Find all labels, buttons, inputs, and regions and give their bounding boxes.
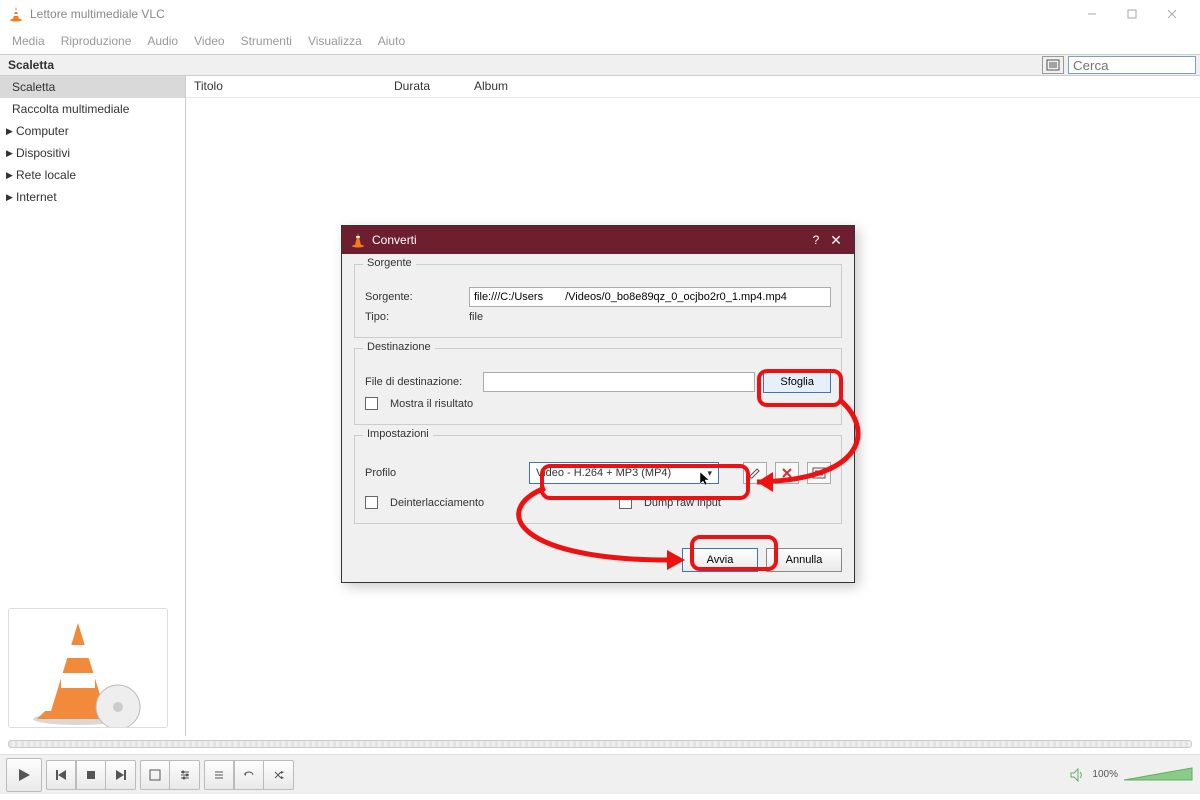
dialog-titlebar[interactable]: Converti ? ✕: [342, 226, 854, 254]
playlist-button[interactable]: [204, 760, 234, 790]
type-label: Tipo:: [365, 311, 461, 323]
cursor-icon: [700, 472, 712, 486]
expand-icon: ▶: [6, 170, 14, 181]
dump-raw-checkbox[interactable]: [619, 496, 632, 509]
sidebar: Scaletta Raccolta multimediale ▶Computer…: [0, 76, 186, 736]
destination-legend: Destinazione: [363, 341, 435, 353]
title-bar: Lettore multimediale VLC: [0, 0, 1200, 28]
sidebar-item-label: Rete locale: [16, 168, 76, 182]
source-input[interactable]: [469, 287, 831, 307]
column-duration[interactable]: Durata: [386, 76, 466, 97]
sidebar-item-scaletta[interactable]: Scaletta: [0, 76, 185, 98]
dialog-close-button[interactable]: ✕: [826, 232, 846, 249]
dialog-title: Converti: [372, 233, 806, 247]
playlist-header-title: Scaletta: [0, 56, 186, 74]
vlc-cone-icon: [8, 6, 24, 22]
source-group: Sorgente Sorgente: Tipo: file: [354, 264, 842, 338]
browse-button[interactable]: Sfoglia: [763, 371, 831, 393]
new-profile-button[interactable]: [807, 462, 831, 484]
source-label: Sorgente:: [365, 291, 461, 303]
show-result-label: Mostra il risultato: [390, 398, 473, 410]
volume-slider[interactable]: [1124, 766, 1194, 784]
menu-bar: Media Riproduzione Audio Video Strumenti…: [0, 28, 1200, 54]
seek-area: [0, 736, 1200, 754]
volume-percent: 100%: [1092, 769, 1118, 780]
expand-icon: ▶: [6, 148, 14, 159]
convert-dialog: Converti ? ✕ Sorgente Sorgente: Tipo: fi…: [341, 225, 855, 583]
expand-icon: ▶: [6, 126, 14, 137]
menu-visualizza[interactable]: Visualizza: [300, 30, 370, 52]
deinterlace-checkbox[interactable]: [365, 496, 378, 509]
destination-group: Destinazione File di destinazione: Sfogl…: [354, 348, 842, 425]
sidebar-item-label: Dispositivi: [16, 146, 70, 160]
cancel-button[interactable]: Annulla: [766, 548, 842, 572]
dump-raw-label: Dump raw input: [644, 497, 721, 509]
destination-input[interactable]: [483, 372, 755, 392]
minimize-button[interactable]: [1072, 0, 1112, 28]
sidebar-item-raccolta[interactable]: Raccolta multimediale: [0, 98, 185, 120]
sidebar-item-internet[interactable]: ▶Internet: [0, 186, 185, 208]
sidebar-item-dispositivi[interactable]: ▶Dispositivi: [0, 142, 185, 164]
window-title: Lettore multimediale VLC: [30, 7, 1072, 21]
shuffle-button[interactable]: [264, 760, 294, 790]
profile-select[interactable]: Video - H.264 + MP3 (MP4) ▾: [529, 462, 719, 484]
menu-aiuto[interactable]: Aiuto: [370, 30, 413, 52]
sidebar-item-label: Internet: [16, 190, 57, 204]
help-button[interactable]: ?: [806, 233, 826, 247]
mute-icon[interactable]: [1070, 768, 1086, 782]
fullscreen-button[interactable]: [140, 760, 170, 790]
menu-media[interactable]: Media: [4, 30, 53, 52]
playlist-header-row: Scaletta: [0, 54, 1200, 76]
search-input[interactable]: [1068, 56, 1196, 74]
controls-bar: 100%: [0, 754, 1200, 794]
extended-settings-button[interactable]: [170, 760, 200, 790]
prev-button[interactable]: [46, 760, 76, 790]
menu-strumenti[interactable]: Strumenti: [233, 30, 300, 52]
edit-profile-button[interactable]: [743, 462, 767, 484]
column-title[interactable]: Titolo: [186, 76, 386, 97]
vlc-cone-icon: [350, 232, 366, 248]
album-art: [8, 608, 168, 728]
view-mode-button[interactable]: [1042, 56, 1064, 74]
sidebar-item-label: Computer: [16, 124, 69, 138]
column-album[interactable]: Album: [466, 76, 1200, 97]
sidebar-item-rete[interactable]: ▶Rete locale: [0, 164, 185, 186]
album-art-panel: [0, 600, 185, 736]
profile-label: Profilo: [365, 467, 461, 479]
maximize-button[interactable]: [1112, 0, 1152, 28]
destination-label: File di destinazione:: [365, 376, 475, 388]
loop-button[interactable]: [234, 760, 264, 790]
sidebar-item-label: Raccolta multimediale: [6, 102, 129, 116]
seek-slider[interactable]: [8, 740, 1192, 748]
source-legend: Sorgente: [363, 257, 416, 269]
next-button[interactable]: [106, 760, 136, 790]
menu-riproduzione[interactable]: Riproduzione: [53, 30, 140, 52]
expand-icon: ▶: [6, 192, 14, 203]
profile-value: Video - H.264 + MP3 (MP4): [536, 467, 671, 479]
stop-button[interactable]: [76, 760, 106, 790]
delete-profile-button[interactable]: [775, 462, 799, 484]
deinterlace-label: Deinterlacciamento: [390, 497, 484, 509]
sidebar-item-computer[interactable]: ▶Computer: [0, 120, 185, 142]
sidebar-item-label: Scaletta: [6, 80, 55, 94]
start-button[interactable]: Avvia: [682, 548, 758, 572]
menu-audio[interactable]: Audio: [139, 30, 186, 52]
close-button[interactable]: [1152, 0, 1192, 28]
settings-group: Impostazioni Profilo Video - H.264 + MP3…: [354, 435, 842, 524]
type-value: file: [469, 311, 483, 323]
play-button[interactable]: [6, 758, 42, 792]
menu-video[interactable]: Video: [186, 30, 232, 52]
settings-legend: Impostazioni: [363, 428, 433, 440]
show-result-checkbox[interactable]: [365, 397, 378, 410]
